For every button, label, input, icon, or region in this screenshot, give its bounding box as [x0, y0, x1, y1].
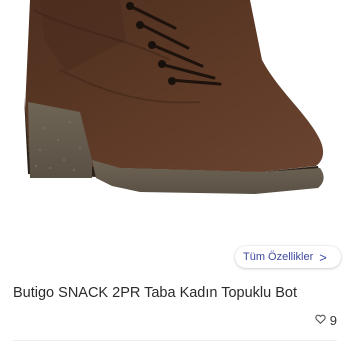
chevron-right-icon: >	[319, 249, 327, 265]
product-image[interactable]	[0, 0, 350, 240]
product-title: Butigo SNACK 2PR Taba Kadın Topuklu Bot	[13, 285, 298, 301]
all-features-label: Tüm Özellikler	[243, 251, 314, 263]
all-features-button[interactable]: Tüm Özellikler >	[235, 246, 341, 268]
boot-illustration	[24, 0, 324, 194]
like-count: 9	[329, 312, 337, 328]
heart-outline-icon	[315, 311, 326, 329]
divider	[13, 340, 337, 341]
like-button[interactable]: 9	[315, 311, 337, 329]
